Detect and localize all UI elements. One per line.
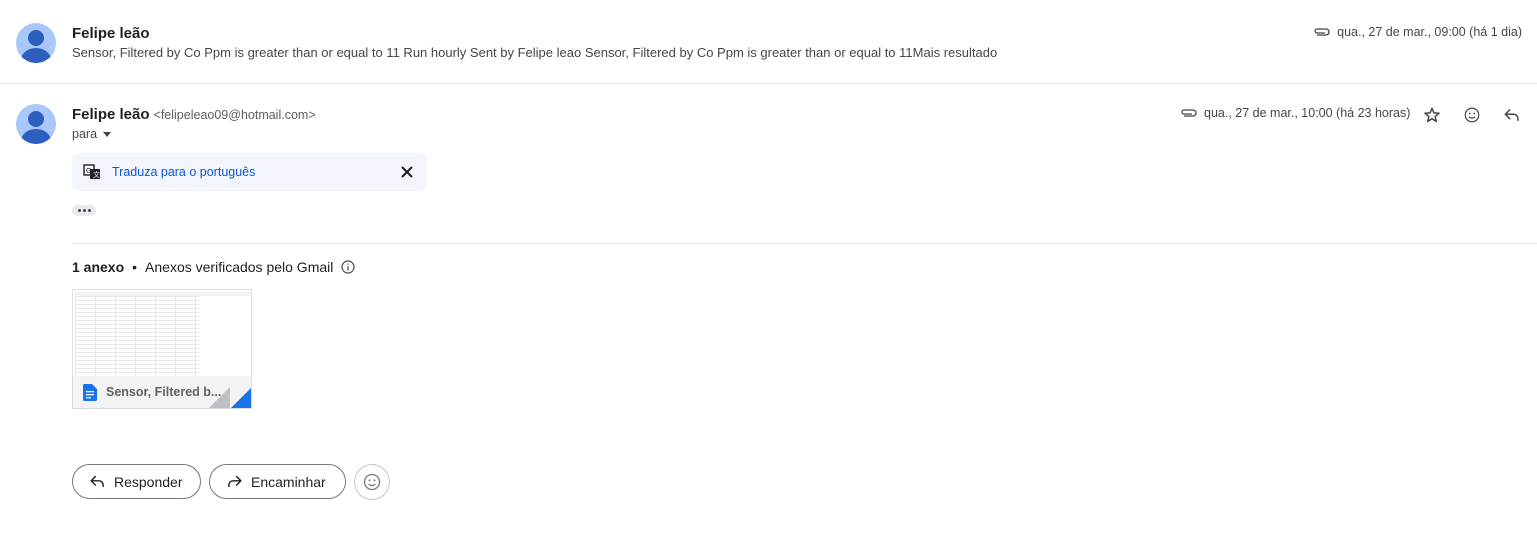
recipients-toggle[interactable]: para: [72, 127, 112, 141]
body-divider: [72, 243, 1537, 244]
avatar-head: [28, 111, 44, 127]
message1-meta: qua., 27 de mar., 09:00 (há 1 dia): [1313, 25, 1522, 39]
svg-text:文: 文: [93, 170, 100, 179]
dot: [87, 209, 91, 212]
translate-banner: G 文 Traduza para o português: [72, 153, 427, 191]
attachments-header: 1 anexo • Anexos verificados pelo Gmail: [72, 259, 355, 275]
attachment-thumbnail: [73, 290, 251, 376]
reply-icon[interactable]: [1500, 103, 1524, 127]
reply-button[interactable]: Responder: [72, 464, 201, 499]
message1-sender[interactable]: Felipe leão: [72, 25, 150, 42]
avatar-body: [21, 129, 51, 144]
spreadsheet-preview: [75, 292, 199, 376]
reply-label: Responder: [114, 473, 183, 490]
svg-text:G: G: [86, 167, 91, 175]
attachment-name: Sensor, Filtered b...: [106, 385, 222, 399]
message1-snippet[interactable]: Sensor, Filtered by Co Ppm is greater th…: [72, 45, 997, 60]
message2-meta: qua., 27 de mar., 10:00 (há 23 horas): [1180, 106, 1410, 120]
forward-icon: [226, 473, 243, 490]
dot: [77, 209, 81, 212]
spreadsheet-preview-header: [75, 292, 251, 296]
show-trimmed-content-button[interactable]: [72, 205, 96, 216]
avatar-body: [21, 48, 51, 63]
close-icon[interactable]: [399, 164, 415, 180]
paperclip-icon: [1181, 109, 1197, 117]
message1-date[interactable]: qua., 27 de mar., 09:00 (há 1 dia): [1337, 25, 1522, 39]
doc-icon: [83, 384, 97, 401]
corner-fold: [230, 387, 251, 408]
message2-sender[interactable]: Felipe leão: [72, 106, 150, 123]
translate-icon: G 文: [83, 164, 100, 179]
separator: •: [132, 259, 138, 275]
message2-date[interactable]: qua., 27 de mar., 10:00 (há 23 horas): [1204, 106, 1410, 120]
attachment-count: 1 anexo: [72, 259, 125, 275]
sender-email: <felipeleao09@hotmail.com>: [153, 108, 316, 122]
star-icon[interactable]: [1420, 103, 1444, 127]
emoji-icon: [363, 473, 381, 491]
forward-button[interactable]: Encaminhar: [209, 464, 346, 499]
corner-fold-shadow: [208, 387, 230, 408]
attachment-card[interactable]: Sensor, Filtered b...: [72, 289, 252, 409]
chevron-down-icon[interactable]: [103, 131, 112, 137]
dot: [82, 209, 86, 212]
emoji-reaction-button[interactable]: [354, 464, 390, 500]
verified-label: Anexos verificados pelo Gmail: [145, 259, 334, 275]
avatar[interactable]: [16, 23, 56, 63]
message2-sender-line: Felipe leão <felipeleao09@hotmail.com>: [72, 106, 316, 123]
info-icon[interactable]: [341, 260, 355, 274]
paperclip-icon: [1314, 28, 1330, 36]
message-divider: [0, 83, 1537, 84]
attachment-footer: Sensor, Filtered b...: [73, 376, 251, 408]
emoji-icon[interactable]: [1460, 103, 1484, 127]
forward-label: Encaminhar: [251, 473, 326, 490]
reply-icon: [89, 473, 106, 490]
avatar-head: [28, 30, 44, 46]
avatar[interactable]: [16, 104, 56, 144]
to-label: para: [72, 127, 98, 141]
translate-link[interactable]: Traduza para o português: [112, 165, 255, 179]
